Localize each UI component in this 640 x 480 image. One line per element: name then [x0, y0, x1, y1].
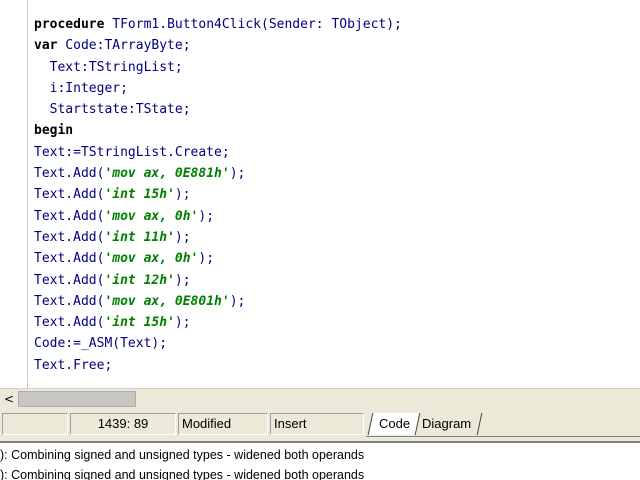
code-token: Code:=_ASM: [34, 336, 113, 352]
status-panel-blank: [2, 413, 68, 435]
source-code[interactable]: procedure TForm1.Button4Click(Sender: TO…: [34, 14, 402, 376]
code-line[interactable]: Text.Add('int 12h');: [34, 270, 402, 291]
code-token: Sender: TObject: [268, 17, 387, 32]
tab-diagram[interactable]: Diagram: [415, 413, 483, 435]
code-token: Text.Add(: [34, 229, 105, 245]
status-bar: 1439: 89 Modified Insert Code Diagram: [0, 409, 640, 441]
code-token: );: [386, 17, 402, 32]
code-token: i:Integer;: [34, 80, 128, 96]
scroll-left-arrow-icon[interactable]: <: [2, 391, 16, 407]
gutter-divider: [27, 0, 28, 388]
code-line[interactable]: begin: [34, 120, 402, 141]
code-token: Text: [120, 336, 152, 352]
code-token: Text.Add(: [34, 315, 105, 331]
code-line[interactable]: procedure TForm1.Button4Click(Sender: TO…: [34, 14, 402, 35]
message-line[interactable]: ): Combining signed and unsigned types -…: [0, 448, 364, 462]
code-line[interactable]: Text.Add('mov ax, 0h');: [34, 248, 402, 269]
code-line[interactable]: Text:TStringList;: [34, 57, 402, 78]
code-token: );: [229, 166, 246, 182]
string-token: 'int 12h': [104, 272, 175, 288]
code-token: );: [151, 336, 168, 352]
code-line[interactable]: Text.Free;: [34, 355, 402, 376]
message-line[interactable]: ): Combining signed and unsigned types -…: [0, 468, 364, 480]
string-token: 'int 11h': [104, 229, 175, 245]
code-token: Text:=TStringList.Create;: [34, 144, 230, 160]
code-line[interactable]: Text:=TStringList.Create;: [34, 142, 402, 163]
code-line[interactable]: var Code:TArrayByte;: [34, 35, 402, 56]
tabs-baseline: [366, 436, 640, 437]
code-line[interactable]: Text.Add('int 11h');: [34, 227, 402, 248]
code-editor[interactable]: procedure TForm1.Button4Click(Sender: TO…: [0, 0, 640, 388]
tab-diagram-label: Diagram: [422, 416, 472, 431]
code-token: Text.Add(: [34, 272, 105, 288]
code-line[interactable]: Text.Add('int 15h');: [34, 184, 402, 205]
code-token: Text.Add(: [34, 251, 105, 267]
messages-panel[interactable]: ): Combining signed and unsigned types -…: [0, 441, 640, 480]
code-token: Text.Add(: [34, 293, 105, 309]
code-token: Text.Free;: [34, 357, 113, 373]
code-token: Text:TStringList;: [34, 59, 183, 75]
code-token: );: [198, 251, 215, 267]
string-token: 'int 15h': [104, 187, 175, 203]
string-token: 'mov ax, 0h': [104, 208, 199, 224]
code-token: );: [229, 293, 246, 309]
code-token: TForm1.Button4Click: [104, 17, 261, 32]
code-token: );: [174, 272, 191, 288]
code-token: Startstate:TState;: [34, 102, 191, 118]
code-token: Text.Add(: [34, 187, 105, 203]
code-token: );: [174, 229, 191, 245]
editor-gutter[interactable]: [0, 0, 27, 388]
string-token: 'mov ax, 0h': [104, 251, 199, 267]
tab-code-label: Code: [379, 416, 411, 431]
horizontal-scrollbar[interactable]: <: [0, 388, 640, 409]
code-token: (: [112, 336, 121, 352]
keyword-token: procedure: [34, 17, 105, 32]
scrollbar-thumb[interactable]: [18, 391, 136, 407]
code-line[interactable]: Text.Add('mov ax, 0h');: [34, 206, 402, 227]
cursor-position: 1439: 89: [70, 413, 176, 435]
code-line[interactable]: Text.Add('int 15h');: [34, 312, 402, 333]
code-token: );: [198, 208, 215, 224]
keyword-token: begin: [34, 123, 74, 139]
code-token: Code:TArrayByte;: [57, 38, 191, 54]
code-token: Text.Add(: [34, 166, 105, 182]
code-line[interactable]: Code:=_ASM(Text);: [34, 333, 402, 354]
string-token: 'mov ax, 0E881h': [104, 166, 230, 182]
string-token: 'int 15h': [104, 315, 175, 331]
tab-code[interactable]: Code: [367, 413, 421, 435]
modified-indicator: Modified: [178, 413, 268, 435]
insert-mode-indicator[interactable]: Insert: [270, 413, 364, 435]
code-token: (: [261, 17, 269, 32]
code-line[interactable]: Text.Add('mov ax, 0E801h');: [34, 291, 402, 312]
code-line[interactable]: i:Integer;: [34, 78, 402, 99]
code-token: );: [174, 315, 191, 331]
keyword-token: var: [34, 38, 58, 54]
code-token: Text.Add(: [34, 208, 105, 224]
code-line[interactable]: Startstate:TState;: [34, 99, 402, 120]
code-line[interactable]: Text.Add('mov ax, 0E881h');: [34, 163, 402, 184]
code-token: );: [174, 187, 191, 203]
string-token: 'mov ax, 0E801h': [104, 293, 230, 309]
